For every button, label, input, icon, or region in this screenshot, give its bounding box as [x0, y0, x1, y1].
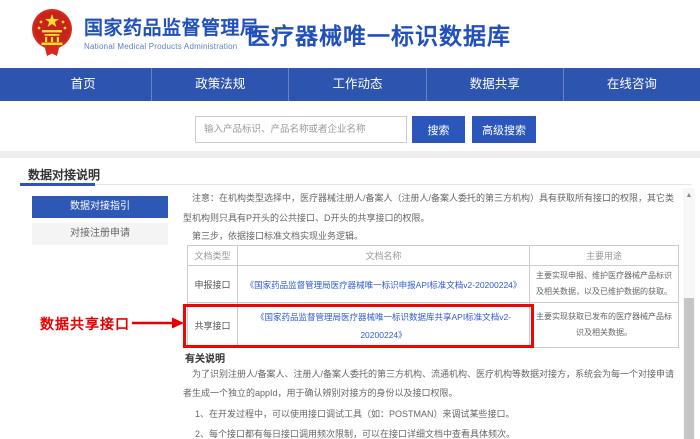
col-header-doc-name: 文档名称	[237, 245, 530, 266]
agency-name-cn: 国家药品监督管理局	[84, 18, 260, 39]
national-emblem-icon	[32, 9, 72, 56]
step3-paragraph: 第三步，依据接口标准文档实现业务逻辑。	[192, 231, 364, 241]
table-row-share-api: 共享接口 《国家药品监督管理局医疗器械唯一标识数据库共享API标准文档v2-20…	[187, 302, 679, 348]
doc-table: 文档类型 文档名称 主要用途 申报接口 《国家药品监督管理局医疗器械唯一标识申报…	[187, 245, 679, 348]
note-paragraph: 注意：在机构类型选择中，医疗器械注册人/备案人（注册人/备案人委托的第三方机构）…	[183, 193, 675, 223]
notes-paragraph: 为了识别注册人/备案人、注册人/备案人委托的第三方机构、流通机构、医疗机构等数据…	[183, 369, 675, 398]
cell-use-share: 主要实现获取已发布的医疗器械产品标识及相关数据。	[529, 302, 679, 348]
annotation-label: 数据共享接口	[40, 316, 130, 332]
scroll-up-icon[interactable]: ▲	[683, 190, 695, 202]
page: 国家药品监督管理局 National Medical Products Admi…	[0, 0, 700, 439]
site-title: 医疗器械唯一标识数据库	[247, 23, 511, 49]
note-item-1: 1、在开发过程中，可以使用接口调试工具（如：POSTMAN）来调试某些接口。	[195, 409, 515, 419]
share-api-doc-link[interactable]: 《国家药品监督管理局医疗器械唯一标识数据库共享API标准文档v2-2020022…	[256, 312, 511, 340]
site-header: 国家药品监督管理局 National Medical Products Admi…	[0, 0, 700, 67]
advanced-search-button[interactable]: 高级搜索	[472, 116, 536, 143]
content-scrollbar[interactable]: ▲	[683, 188, 695, 439]
table-row-declare-api: 申报接口 《国家药品监督管理局医疗器械唯一标识申报API标准文档v2-20200…	[187, 265, 679, 303]
nav-item-work-news[interactable]: 工作动态	[288, 68, 425, 101]
notes-heading: 有关说明	[185, 354, 225, 365]
nav-item-home[interactable]: 首页	[15, 68, 151, 101]
cell-use-declare: 主要实现申报、维护医疗器械产品标识及相关数据，以及已维护数据的获取。	[529, 265, 679, 303]
nav-item-data-sharing[interactable]: 数据共享	[425, 68, 563, 101]
search-section: 搜索 高级搜索	[0, 101, 700, 151]
col-header-doc-type: 文档类型	[187, 245, 238, 266]
sidebar-item-data-guide[interactable]: 数据对接指引	[32, 196, 168, 218]
scrollbar-thumb[interactable]	[684, 298, 694, 439]
page-title: 数据对接说明	[28, 168, 101, 182]
agency-logo-text: 国家药品监督管理局 National Medical Products Admi…	[84, 13, 260, 51]
col-header-doc-use: 主要用途	[529, 245, 679, 266]
tab-active-underline	[20, 183, 95, 186]
annotation-arrow-icon	[132, 317, 184, 329]
note-item-2: 2、每个接口都有每日接口调用频次限制，可以在接口详细文档中查看具体频次。	[195, 429, 516, 439]
nav-item-online-consult[interactable]: 在线咨询	[562, 68, 700, 101]
sidebar-item-register-apply[interactable]: 对接注册申请	[32, 223, 168, 245]
section-divider	[0, 151, 700, 158]
nav-item-policies[interactable]: 政策法规	[151, 68, 288, 101]
cell-type-share: 共享接口	[187, 302, 238, 348]
search-button[interactable]: 搜索	[412, 116, 465, 143]
declare-api-doc-link[interactable]: 《国家药品监督管理局医疗器械唯一标识申报API标准文档v2-20200224》	[246, 280, 522, 290]
tab-separator-line	[20, 184, 692, 185]
search-input[interactable]	[195, 116, 407, 143]
doc-table-header-row: 文档类型 文档名称 主要用途	[187, 245, 679, 266]
cell-type-declare: 申报接口	[187, 265, 238, 303]
main-nav: 首页 政策法规 工作动态 数据共享 在线咨询	[0, 68, 700, 101]
agency-name-en: National Medical Products Administration	[84, 42, 238, 51]
